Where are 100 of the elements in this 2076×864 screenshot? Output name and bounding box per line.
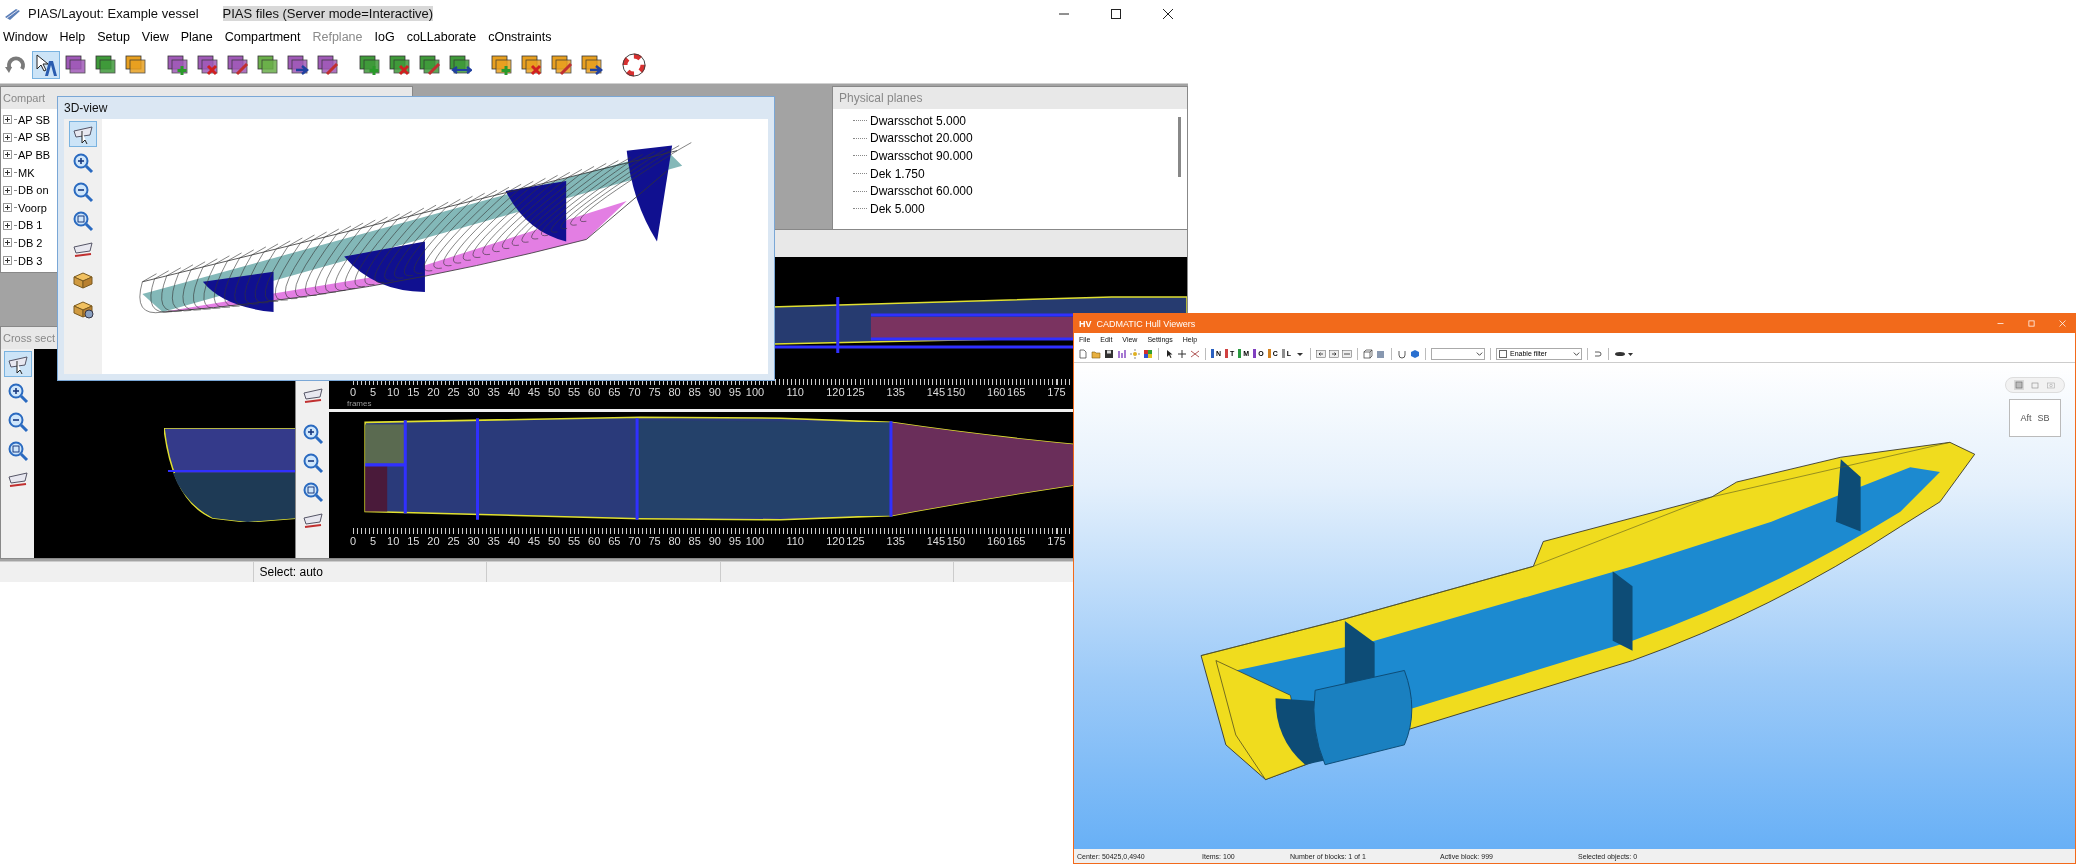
- tree-line: [14, 242, 16, 244]
- menu-item[interactable]: Compartment: [224, 30, 301, 44]
- list-item[interactable]: Dwarsschot 20.000: [870, 131, 973, 146]
- save-icon[interactable]: [1104, 348, 1114, 359]
- tree-item[interactable]: DB 1: [18, 219, 43, 232]
- new-file-icon[interactable]: [1078, 348, 1088, 359]
- ruler-label: 120: [826, 386, 845, 398]
- list-item[interactable]: Dwarsschot 90.000: [870, 149, 973, 163]
- expand-icon[interactable]: [3, 238, 12, 248]
- expand-icon[interactable]: [3, 185, 12, 195]
- toolbar-button[interactable]: [620, 51, 648, 79]
- ruler-label: 65: [608, 535, 621, 547]
- ruler-label: 85: [688, 535, 701, 547]
- list-item[interactable]: Dek 1.750: [870, 166, 925, 181]
- expand-icon[interactable]: [3, 203, 12, 213]
- ruler-label: 90: [708, 535, 721, 547]
- square-plus-icon: [490, 53, 514, 77]
- ruler-label: 45: [527, 535, 540, 547]
- maximize-icon[interactable]: [1110, 7, 1122, 20]
- ruler-label: 15: [407, 386, 420, 398]
- tree-item[interactable]: AP SB: [18, 131, 51, 144]
- view-cube[interactable]: Aft SB: [2009, 399, 2061, 437]
- ruler-label: 65: [608, 386, 621, 398]
- menu-item[interactable]: Help: [59, 30, 86, 44]
- menu-item[interactable]: IoG: [374, 30, 395, 44]
- expand-icon[interactable]: [3, 150, 12, 160]
- zoom-in-icon: [6, 382, 29, 404]
- cube-solid-icon[interactable]: [1376, 348, 1386, 359]
- shaded-cube-icon[interactable]: [1410, 348, 1420, 359]
- stacked-squares-icon: [94, 53, 118, 77]
- tree-item[interactable]: Voorp: [18, 201, 47, 214]
- expand-icon[interactable]: [3, 220, 12, 230]
- list-item[interactable]: Dwarsschot 60.000: [870, 184, 973, 199]
- ruler-label: 55: [567, 386, 581, 398]
- ruler-label: 25: [447, 535, 460, 547]
- tree-line: [14, 119, 16, 121]
- expand-icon[interactable]: [3, 168, 12, 178]
- ship-cursor-icon: [72, 123, 94, 145]
- list-item[interactable]: Dwarsschot 5.000: [870, 113, 967, 128]
- square-plus-icon: [358, 53, 382, 77]
- list-item[interactable]: Dek 5.000: [870, 201, 925, 216]
- tool-button[interactable]: [3, 351, 32, 377]
- expand-arrows-icon[interactable]: [1342, 348, 1352, 359]
- ruler-label: 40: [507, 386, 520, 398]
- menu-item[interactable]: cOnstraints: [488, 30, 552, 44]
- ruler-label: 165: [1007, 535, 1026, 547]
- zoom-out-icon: [6, 411, 29, 433]
- zoom-fit-icon: [6, 440, 29, 462]
- cube-outline-icon[interactable]: [1363, 348, 1373, 359]
- tree-line: [14, 154, 16, 156]
- cube-face-label[interactable]: SB: [2037, 413, 2050, 423]
- tree-line: [853, 208, 867, 210]
- tree-item[interactable]: DB on: [18, 184, 49, 197]
- square-pencil-icon: [550, 53, 574, 77]
- tree-item[interactable]: MK: [18, 166, 35, 179]
- expand-icon[interactable]: [3, 256, 12, 266]
- toolbar-button[interactable]: [32, 51, 60, 79]
- tree-item[interactable]: AP SB: [18, 113, 51, 126]
- tree-line: [853, 155, 867, 157]
- cup-icon[interactable]: [1397, 348, 1407, 359]
- menu-item[interactable]: Setup: [97, 30, 130, 44]
- window-title: 3D-view: [64, 101, 108, 115]
- scissors-icon[interactable]: [1190, 348, 1200, 359]
- move-icon[interactable]: [1177, 348, 1187, 359]
- zoom-out-icon: [72, 181, 94, 203]
- tool-button[interactable]: [69, 121, 97, 147]
- ruler-label: 145: [926, 386, 946, 398]
- square-swap-icon: [448, 53, 472, 77]
- close-icon[interactable]: [1162, 7, 1174, 20]
- ship-cursor-icon: [6, 353, 29, 375]
- square-arrow-icon: [580, 53, 604, 77]
- menu-item[interactable]: Plane: [180, 30, 213, 44]
- panel-title: Compart: [3, 92, 46, 104]
- scrollbar[interactable]: [1178, 117, 1181, 177]
- cube-face-label[interactable]: Aft: [2020, 413, 2032, 423]
- expand-icon[interactable]: [3, 115, 12, 125]
- menu-item[interactable]: coLLaborate: [406, 30, 477, 44]
- checkbox[interactable]: [1499, 349, 1507, 358]
- square-cross-icon: [196, 53, 220, 77]
- tree-item[interactable]: AP BB: [18, 149, 51, 161]
- square-plus-icon: [166, 53, 190, 77]
- arrow-left-bar-icon[interactable]: [1316, 348, 1326, 359]
- stacked-squares-icon: [256, 53, 280, 77]
- menu-item[interactable]: Window: [3, 30, 48, 44]
- tree-item[interactable]: DB 2: [18, 236, 43, 249]
- ruler-label: 60: [588, 535, 601, 547]
- square-cross-icon: [520, 53, 544, 77]
- ruler-label: 70: [628, 535, 641, 547]
- ruler-label: 30: [467, 386, 480, 398]
- palette-icon[interactable]: [1143, 348, 1153, 359]
- menu-item[interactable]: View: [141, 30, 169, 44]
- ruler-label: 125: [846, 535, 865, 547]
- arrow-right-bar-icon[interactable]: [1329, 348, 1339, 359]
- expand-icon[interactable]: [3, 132, 12, 142]
- ruler-label: 40: [507, 535, 520, 547]
- cursor-icon[interactable]: [1164, 348, 1174, 359]
- tree-item[interactable]: DB 3: [18, 254, 43, 267]
- ruler-label: 150: [946, 386, 966, 398]
- tree-line: [14, 136, 16, 138]
- ruler-label: 160: [987, 386, 1006, 398]
